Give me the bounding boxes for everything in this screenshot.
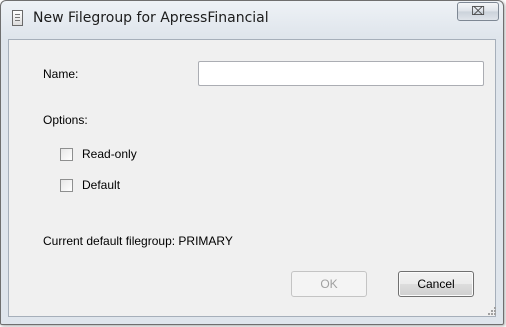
- readonly-checkbox-label[interactable]: Read-only: [82, 147, 137, 161]
- name-input[interactable]: [198, 61, 484, 86]
- cancel-button[interactable]: Cancel: [398, 271, 474, 297]
- dialog-body: Name: Options: Read-only Default Current…: [8, 39, 496, 317]
- default-checkbox[interactable]: [60, 179, 73, 192]
- window-title: New Filegroup for ApressFinancial: [33, 10, 269, 26]
- title-bar[interactable]: New Filegroup for ApressFinancial ⌧: [1, 1, 503, 39]
- ok-button[interactable]: OK: [291, 271, 367, 297]
- default-checkbox-label[interactable]: Default: [82, 178, 120, 192]
- close-button[interactable]: ⌧: [457, 2, 499, 21]
- close-icon: ⌧: [471, 4, 485, 18]
- dialog-window: New Filegroup for ApressFinancial ⌧ Name…: [0, 0, 504, 325]
- options-label: Options:: [43, 113, 88, 127]
- resize-grip-icon[interactable]: [486, 305, 496, 315]
- document-icon: [12, 10, 23, 26]
- current-default-filegroup-text: Current default filegroup: PRIMARY: [43, 234, 233, 248]
- readonly-checkbox[interactable]: [60, 148, 73, 161]
- name-label: Name:: [43, 67, 79, 81]
